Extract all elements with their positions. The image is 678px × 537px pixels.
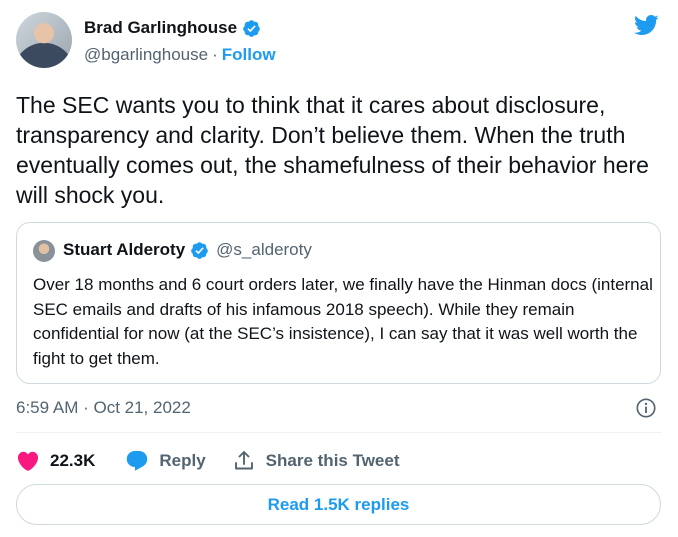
author-name[interactable]: Brad Garlinghouse — [84, 18, 237, 38]
quoted-author-name: Stuart Alderoty — [63, 240, 186, 259]
info-icon[interactable] — [635, 397, 657, 419]
divider — [16, 432, 662, 433]
share-button[interactable]: Share this Tweet — [232, 449, 400, 473]
quoted-author-row: Stuart Alderoty @s_alderoty — [63, 240, 312, 260]
quoted-author-handle: @s_alderoty — [216, 240, 312, 259]
heart-icon — [17, 451, 39, 471]
share-icon — [234, 451, 253, 470]
separator-dot: · — [212, 45, 218, 64]
twitter-bird-icon[interactable] — [630, 12, 662, 38]
author-name-row: Brad Garlinghouse — [84, 18, 261, 38]
like-button[interactable]: 22.3K — [16, 449, 95, 473]
avatar[interactable] — [16, 12, 72, 68]
action-bar: 22.3K Reply Share this Tweet — [16, 448, 400, 474]
author-handle-row: @bgarlinghouse · Follow — [84, 45, 276, 65]
tweet-text: The SEC wants you to think that it cares… — [16, 92, 649, 208]
quoted-tweet-text: Over 18 months and 6 court orders later,… — [33, 275, 653, 368]
reply-label: Reply — [159, 451, 206, 470]
verified-badge-icon — [243, 19, 260, 37]
author-handle[interactable]: @bgarlinghouse — [84, 45, 208, 65]
tweet-timestamp[interactable]: 6:59 AM · Oct 21, 2022 — [16, 398, 191, 418]
reply-bubble-icon — [127, 451, 148, 471]
quoted-avatar — [33, 240, 55, 262]
like-count: 22.3K — [50, 451, 96, 470]
follow-button[interactable]: Follow — [222, 45, 276, 65]
read-replies-button[interactable]: Read 1.5K replies — [16, 484, 661, 525]
reply-button[interactable]: Reply — [125, 449, 206, 473]
quoted-tweet-card[interactable]: Stuart Alderoty @s_alderoty Over 18 mont… — [16, 222, 661, 384]
tweet-header: Brad Garlinghouse @bgarlinghouse · Follo… — [16, 10, 662, 70]
verified-badge-icon — [191, 241, 208, 259]
share-label: Share this Tweet — [265, 451, 400, 470]
